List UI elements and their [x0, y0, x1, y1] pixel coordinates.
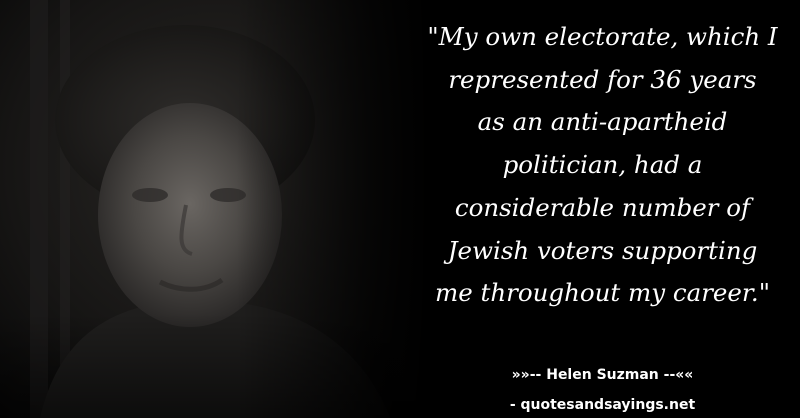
quote-panel: "My own electorate, which I represented … — [405, 0, 800, 418]
quote-author: »»-- Helen Suzman --«« — [511, 367, 694, 383]
quote-line: Jewish voters supporting — [447, 235, 758, 265]
quote-line: represented for 36 years — [448, 64, 757, 94]
quote-line: "My own electorate, which I — [427, 22, 778, 51]
source-credit: - quotesandsayings.net — [509, 397, 696, 413]
quote-card: "My own electorate, which I represented … — [0, 0, 800, 418]
portrait-photo — [0, 0, 430, 418]
quote-text: "My own electorate, which I represented … — [405, 16, 800, 315]
quote-line: as an anti-apartheid — [477, 107, 728, 137]
quote-line: considerable number of — [454, 192, 751, 222]
quote-line: politician, had a — [502, 150, 703, 180]
quote-line: me throughout my career." — [435, 278, 770, 308]
